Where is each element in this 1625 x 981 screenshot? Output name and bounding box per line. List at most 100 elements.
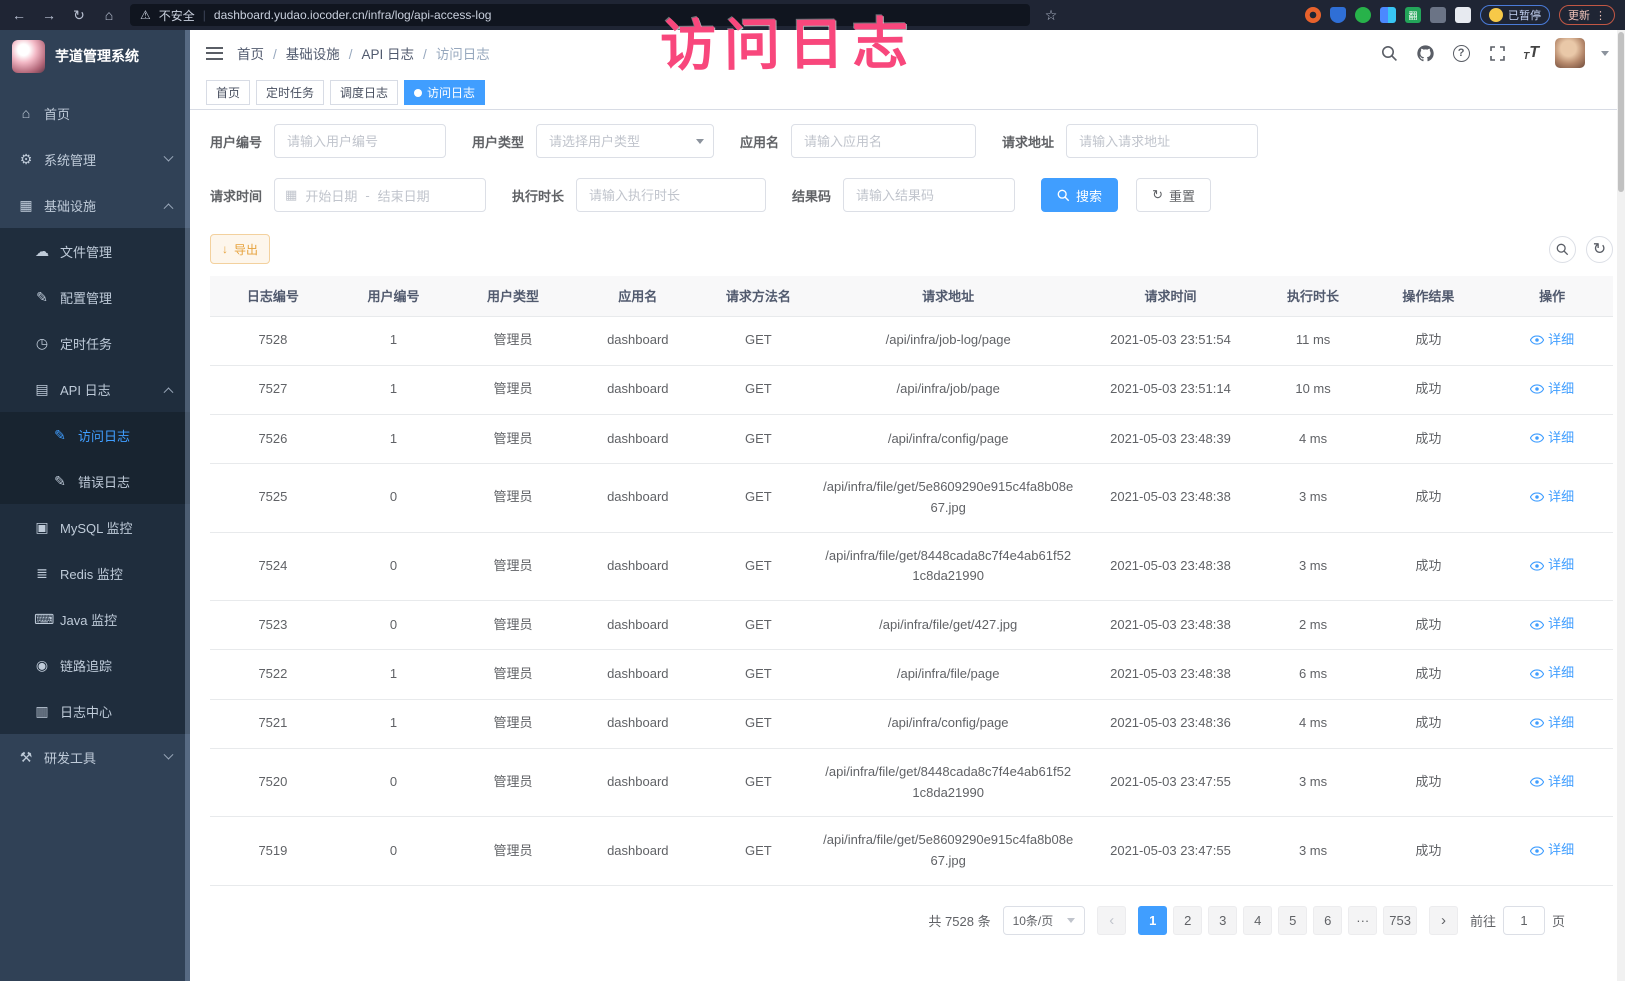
keyboard-icon: ⌨ — [34, 611, 50, 628]
extension-icon[interactable] — [1430, 7, 1446, 23]
detail-link[interactable]: 详细 — [1530, 713, 1574, 734]
time-cell: 2021-05-03 23:51:54 — [1080, 316, 1260, 365]
page-button[interactable]: ··· — [1348, 906, 1377, 935]
log-id-cell: 7522 — [210, 650, 336, 699]
duration-input[interactable] — [576, 178, 766, 212]
tag-item[interactable]: 调度日志 × — [330, 80, 398, 105]
detail-link[interactable]: 详细 — [1530, 772, 1574, 793]
toggle-search-button[interactable] — [1549, 236, 1576, 263]
sidebar-item-home[interactable]: ⌂首页 — [0, 90, 190, 136]
jump-page-input[interactable] — [1503, 906, 1545, 935]
breadcrumb-api-log[interactable]: API 日志 — [349, 43, 414, 63]
table-row: 7524 0 管理员 dashboard GET /api/infra/file… — [210, 532, 1613, 601]
sidebar-item-java[interactable]: ⌨Java 监控 — [0, 596, 190, 642]
detail-link[interactable]: 详细 — [1530, 330, 1574, 351]
sidebar-scrollbar[interactable] — [185, 30, 190, 981]
page-button[interactable]: 1 — [1138, 906, 1167, 935]
check-extension-icon[interactable] — [1355, 7, 1371, 23]
app-name-input[interactable] — [791, 124, 976, 158]
profile-paused-badge[interactable]: 已暂停 — [1480, 5, 1550, 25]
sidebar-item-error-log[interactable]: ✎错误日志 — [0, 458, 190, 504]
result-code-input[interactable] — [843, 178, 1015, 212]
update-button[interactable]: 更新⋮ — [1559, 5, 1615, 25]
page-button[interactable]: 4 — [1243, 906, 1272, 935]
search-button[interactable]: 搜索 — [1041, 178, 1118, 212]
start-date-placeholder[interactable]: 开始日期 — [305, 186, 357, 205]
page-size-select[interactable]: 10条/页 — [1003, 906, 1086, 935]
sidebar-item-infra[interactable]: ▦基础设施 — [0, 182, 190, 228]
screen: ← → ↻ ⌂ ⚠ 不安全 | dashboard.yudao.iocoder.… — [0, 0, 1625, 981]
hamburger-icon[interactable] — [206, 47, 223, 60]
request-url-label: 请求地址 — [1002, 132, 1054, 151]
font-size-icon[interactable]: TT — [1523, 44, 1539, 62]
security-label[interactable]: 不安全 — [159, 7, 195, 24]
sidebar-item-trace[interactable]: ◉链路追踪 — [0, 642, 190, 688]
page-button[interactable]: 2 — [1173, 906, 1202, 935]
sidebar-item-file[interactable]: ☁文件管理 — [0, 228, 190, 274]
prev-page-button[interactable]: ‹ — [1097, 906, 1126, 935]
export-button[interactable]: ↓ 导出 — [210, 234, 270, 264]
date-range-picker[interactable]: ▦ 开始日期 - 结束日期 — [274, 178, 486, 212]
tag-item[interactable]: 首页 × — [206, 80, 250, 105]
scrollbar-thumb[interactable] — [1618, 32, 1624, 192]
detail-link[interactable]: 详细 — [1530, 487, 1574, 508]
browser-reload-icon[interactable]: ↻ — [70, 7, 88, 24]
method-cell: GET — [701, 316, 816, 365]
sidebar-item-system[interactable]: ⚙系统管理 — [0, 136, 190, 182]
sidebar-item-job[interactable]: ◷定时任务 — [0, 320, 190, 366]
method-cell: GET — [701, 532, 816, 601]
puzzle-extensions-icon[interactable] — [1455, 7, 1471, 23]
more-icon[interactable]: ⋮ — [1595, 9, 1606, 22]
tag-item[interactable]: 访问日志 × — [404, 80, 485, 105]
result-cell: 成功 — [1365, 316, 1491, 365]
user-type-select[interactable] — [536, 124, 714, 158]
detail-link[interactable]: 详细 — [1530, 663, 1574, 684]
logo-image — [12, 40, 45, 73]
page-button[interactable]: 3 — [1208, 906, 1237, 935]
column-header: 应用名 — [575, 276, 701, 316]
browser-forward-icon[interactable]: → — [40, 7, 58, 23]
page-button[interactable]: 753 — [1383, 906, 1417, 935]
sidebar-item-redis[interactable]: ≣Redis 监控 — [0, 550, 190, 596]
page-button[interactable]: 6 — [1313, 906, 1342, 935]
end-date-placeholder[interactable]: 结束日期 — [378, 186, 430, 205]
user-id-cell: 1 — [336, 365, 451, 414]
breadcrumb-infra[interactable]: 基础设施 — [273, 43, 340, 63]
sidebar-item-dev-tools[interactable]: ⚒研发工具 — [0, 734, 190, 780]
sidebar-item-mysql[interactable]: ▣MySQL 监控 — [0, 504, 190, 550]
page-scrollbar[interactable] — [1617, 30, 1625, 981]
sidebar-item-api-log[interactable]: ▤API 日志 — [0, 366, 190, 412]
user-id-input[interactable] — [274, 124, 446, 158]
detail-link[interactable]: 详细 — [1530, 840, 1574, 861]
browser-home-icon[interactable]: ⌂ — [100, 7, 118, 23]
extension-icon[interactable] — [1380, 7, 1396, 23]
github-icon[interactable] — [1415, 43, 1435, 63]
help-icon[interactable]: ? — [1451, 43, 1471, 63]
next-page-button[interactable]: › — [1429, 906, 1458, 935]
tag-item[interactable]: 定时任务 × — [256, 80, 324, 105]
fullscreen-icon[interactable] — [1487, 43, 1507, 63]
refresh-table-button[interactable]: ↻ — [1586, 236, 1613, 263]
user-avatar[interactable] — [1555, 38, 1585, 68]
sidebar-item-access-log[interactable]: ✎访问日志 — [0, 412, 190, 458]
detail-link[interactable]: 详细 — [1530, 614, 1574, 635]
caret-down-icon[interactable] — [1601, 51, 1609, 56]
sidebar-item-config[interactable]: ✎配置管理 — [0, 274, 190, 320]
extension-icon[interactable] — [1305, 7, 1321, 23]
app-cell: dashboard — [575, 414, 701, 463]
search-icon[interactable] — [1379, 43, 1399, 63]
url-text[interactable]: dashboard.yudao.iocoder.cn/infra/log/api… — [214, 8, 492, 22]
breadcrumb-home[interactable]: 首页 — [237, 43, 264, 63]
app-logo[interactable]: 芋道管理系统 — [0, 30, 190, 82]
translate-extension-icon[interactable]: 翻 — [1405, 7, 1421, 23]
detail-link[interactable]: 详细 — [1530, 428, 1574, 449]
detail-link[interactable]: 详细 — [1530, 555, 1574, 576]
detail-link[interactable]: 详细 — [1530, 379, 1574, 400]
page-button[interactable]: 5 — [1278, 906, 1307, 935]
browser-back-icon[interactable]: ← — [10, 7, 28, 23]
reset-button[interactable]: ↻ 重置 — [1136, 178, 1211, 212]
sidebar-item-log-center[interactable]: ▥日志中心 — [0, 688, 190, 734]
bookmark-star-icon[interactable]: ☆ — [1042, 7, 1060, 24]
shield-extension-icon[interactable] — [1330, 7, 1346, 23]
request-url-input[interactable] — [1066, 124, 1258, 158]
